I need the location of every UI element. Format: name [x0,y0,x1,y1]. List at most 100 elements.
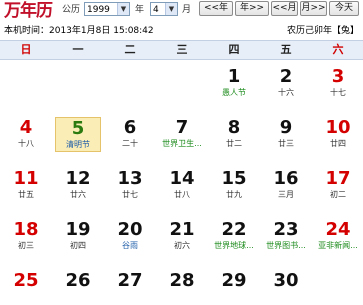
day-cell[interactable]: 29 [211,270,257,305]
today-button[interactable]: 今天 [329,1,359,16]
day-cell[interactable]: 28 [159,270,205,305]
day-cell[interactable]: 9 廿三 [263,117,309,152]
day-number: 16 [273,168,299,189]
day-cell[interactable]: 30 [263,270,309,305]
lunar-or-festival-label: 初六 [174,241,190,250]
weekday-mon: 一 [72,43,84,56]
weekday-fri: 五 [280,43,292,56]
calendar-type-label: 公历 [62,5,81,15]
day-number: 21 [169,219,195,240]
day-cell[interactable]: 24 亚非新闻... [315,219,361,254]
day-cell[interactable]: 6 二十 [107,117,153,152]
day-number: 29 [221,270,247,291]
lunar-or-festival-label: 愚人节 [222,88,246,97]
day-number: 7 [175,117,189,138]
lunar-or-festival-label: 廿二 [226,139,242,148]
day-cell[interactable]: 2 十六 [263,66,309,101]
lunar-or-festival-label: 廿六 [70,190,86,199]
day-number: 9 [279,117,293,138]
day-cell[interactable]: 25 [3,270,49,305]
lunar-or-festival-label: 谷雨 [122,241,138,250]
day-cell[interactable]: 11 廿五 [3,168,49,203]
toolbar: 万年历 公历 1999 ▼ 年 4 ▼ 月 <<年 年>> <<月 月>> 今天 [0,0,363,22]
month-select-value: 4 [153,5,159,15]
prev-month-button[interactable]: <<月 [271,1,298,16]
day-cell[interactable]: 13 廿七 [107,168,153,203]
chevron-down-icon[interactable]: ▼ [117,3,129,15]
day-number: 30 [273,270,299,291]
year-select-value: 1999 [87,5,110,15]
weekday-header: 日 一 二 三 四 五 六 [0,40,363,60]
day-number: 12 [65,168,91,189]
day-number: 22 [221,219,247,240]
day-number: 6 [123,117,137,138]
day-cell[interactable]: 12 廿六 [55,168,101,203]
day-number: 15 [221,168,247,189]
weekday-wed: 三 [176,43,188,56]
day-number: 26 [65,270,91,291]
app-logo: 万年历 [4,1,53,21]
day-cell[interactable]: 21 初六 [159,219,205,254]
lunar-or-festival-label: 廿三 [278,139,294,148]
month-select[interactable]: 4 ▼ [150,2,178,16]
day-cell[interactable]: 26 [55,270,101,305]
day-cell[interactable]: 10 廿四 [315,117,361,152]
lunar-or-festival-label: 三月 [278,190,294,199]
weekday-thu: 四 [228,43,240,56]
day-number: 23 [273,219,299,240]
day-number: 1 [227,66,241,87]
day-number: 2 [279,66,293,87]
year-select[interactable]: 1999 ▼ [84,2,130,16]
day-cell[interactable]: 7 世界卫生... [159,117,205,152]
lunar-or-festival-label: 世界卫生... [162,139,202,148]
lunar-or-festival-label: 初三 [18,241,34,250]
weekday-tue: 二 [124,43,136,56]
chevron-down-icon[interactable]: ▼ [165,3,177,15]
lunar-or-festival-label: 二十 [122,139,138,148]
lunar-or-festival-label: 初四 [70,241,86,250]
day-cell[interactable]: 15 廿九 [211,168,257,203]
next-month-button[interactable]: 月>> [300,1,327,16]
day-cell[interactable]: 20 谷雨 [107,219,153,254]
lunar-or-festival-label: 廿九 [226,190,242,199]
next-year-button[interactable]: 年>> [235,1,269,16]
day-cell[interactable]: 1 愚人节 [211,66,257,101]
prev-year-button[interactable]: <<年 [199,1,233,16]
day-number: 17 [325,168,351,189]
lunar-or-festival-label: 世界地球... [214,241,254,250]
day-number: 10 [325,117,351,138]
lunar-or-festival-label: 清明节 [66,140,90,149]
day-cell[interactable]: 4 十八 [3,117,49,152]
lunar-year: 农历己卯年【兔】 [286,26,359,36]
day-number: 25 [13,270,39,291]
local-time: 本机时间：2013年1月8日 15:08:42 [4,26,154,36]
year-suffix-label: 年 [135,5,145,15]
day-cell[interactable]: 23 世界图书... [263,219,309,254]
day-number: 11 [13,168,39,189]
lunar-or-festival-label: 廿八 [174,190,190,199]
weekday-sun: 日 [20,43,32,56]
lunar-or-festival-label: 十八 [18,139,34,148]
day-cell[interactable]: 14 廿八 [159,168,205,203]
day-cell[interactable]: 17 初二 [315,168,361,203]
day-number: 28 [169,270,195,291]
day-cell[interactable]: 5 清明节 [55,117,101,152]
day-cell[interactable]: 16 三月 [263,168,309,203]
day-number: 3 [331,66,345,87]
day-cell[interactable]: 22 世界地球... [211,219,257,254]
day-cell[interactable]: 8 廿二 [211,117,257,152]
day-cell[interactable]: 3 十七 [315,66,361,101]
lunar-or-festival-label: 廿七 [122,190,138,199]
lunar-or-festival-label: 十七 [330,88,346,97]
day-number: 8 [227,117,241,138]
day-cell[interactable]: 19 初四 [55,219,101,254]
lunar-or-festival-label: 廿四 [330,139,346,148]
day-number: 24 [325,219,351,240]
weekday-sat: 六 [332,43,344,56]
day-cell[interactable]: 27 [107,270,153,305]
day-number: 4 [19,117,33,138]
month-suffix-label: 月 [182,5,192,15]
day-number: 20 [117,219,143,240]
day-number: 18 [13,219,39,240]
day-cell[interactable]: 18 初三 [3,219,49,254]
